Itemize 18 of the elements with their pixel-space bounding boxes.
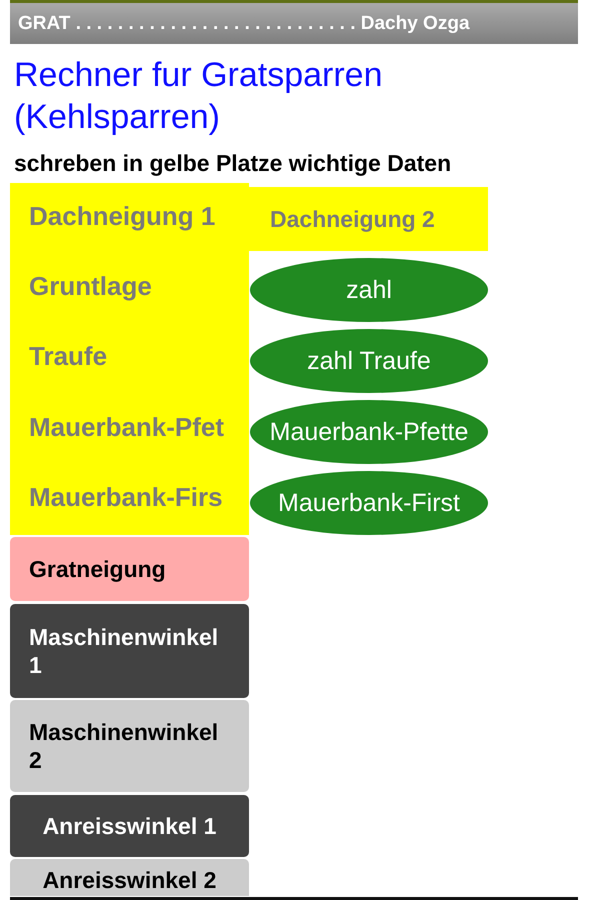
action-button[interactable]: Anreisswinkel 2 [10,858,249,896]
page-heading: Rechner fur Gratsparren (Kehlsparren) [13,55,384,138]
input-field[interactable]: Traufe [10,324,249,394]
oval-button[interactable]: Mauerbank-First [250,471,488,535]
input-field[interactable]: Dachneigung 1 [10,183,249,254]
action-button[interactable]: Anreisswinkel 1 [10,794,249,857]
input-field[interactable]: Mauerbank-Firs [10,464,249,535]
action-button[interactable]: Maschinenwinkel 1 [10,604,249,698]
instruction-text: schreben in gelbe Platze wichtige Daten [13,149,452,177]
app-title: GRAT . . . . . . . . . . . . . . . . . . . . . . . . . . . Dachy Ozga [18,12,470,34]
input-field[interactable]: Dachneigung 2 [249,187,488,251]
oval-button[interactable]: zahl [250,258,488,322]
action-button[interactable]: Gratneigung [10,536,249,601]
oval-button[interactable]: zahl Traufe [250,329,488,393]
action-button[interactable]: Maschinenwinkel 2 [10,700,249,792]
input-field[interactable]: Mauerbank-Pfet [10,394,249,465]
input-field[interactable]: Gruntlage [10,253,249,324]
oval-button[interactable]: Mauerbank-Pfette [250,400,488,464]
